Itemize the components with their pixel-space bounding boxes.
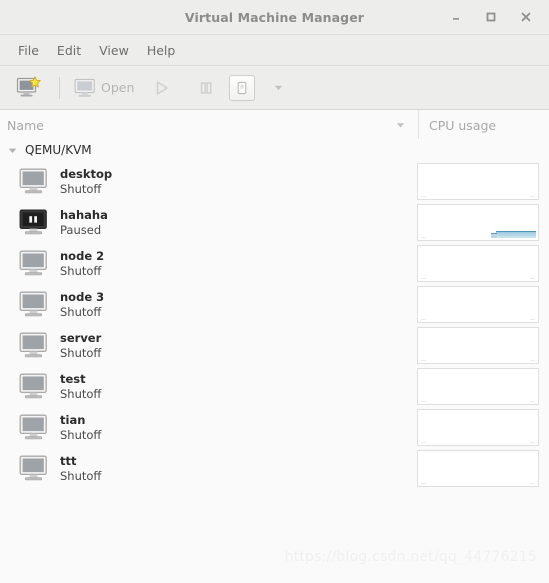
- title-bar: Virtual Machine Manager: [0, 0, 549, 35]
- close-button[interactable]: [517, 8, 535, 26]
- window-controls: [447, 0, 543, 34]
- play-triangle-icon: [157, 80, 169, 95]
- vm-list-item-node-2[interactable]: node 2 Shutoff: [0, 243, 549, 284]
- vm-rows-container: desktop Shutoff hahaha Paused node 2 Shu…: [0, 161, 549, 489]
- column-header-cpu-label: CPU usage: [429, 118, 497, 133]
- monitor-icon: [19, 414, 50, 442]
- graph-tick-left: [421, 319, 426, 320]
- graph-tick-right: [530, 196, 535, 197]
- vm-cpu-usage-graph: [417, 450, 539, 487]
- vm-cpu-usage-graph: [417, 286, 539, 323]
- vm-name: node 2: [60, 249, 105, 264]
- connection-label: QEMU/KVM: [25, 143, 92, 157]
- vm-name: tian: [60, 413, 86, 428]
- column-header-name[interactable]: Name: [0, 110, 419, 141]
- vm-state: Shutoff: [60, 468, 102, 483]
- vm-list-item-node-3[interactable]: node 3 Shutoff: [0, 284, 549, 325]
- vm-name: test: [60, 372, 86, 387]
- new-vm-monitor-star-icon: [16, 75, 41, 96]
- vm-state: Paused: [60, 222, 102, 237]
- menu-item-view[interactable]: View: [90, 40, 138, 61]
- open-button[interactable]: Open: [69, 72, 139, 104]
- vm-state: Shutoff: [60, 263, 102, 278]
- vm-name: node 3: [60, 290, 105, 305]
- maximize-button[interactable]: [482, 8, 500, 26]
- shutdown-button[interactable]: [229, 74, 256, 101]
- graph-tick-right: [530, 401, 535, 402]
- triangle-down-icon[interactable]: [7, 141, 18, 160]
- vm-list-item-server[interactable]: server Shutoff: [0, 325, 549, 366]
- graph-tick-right: [530, 442, 535, 443]
- column-header-cpu-usage[interactable]: CPU usage: [419, 110, 549, 141]
- maximize-icon: [486, 12, 496, 22]
- vm-cpu-usage-graph: [417, 409, 539, 446]
- vm-cpu-usage-graph: [417, 245, 539, 282]
- vm-name: server: [60, 331, 102, 346]
- vm-cpu-usage-graph: [417, 327, 539, 364]
- watermark-text: https://blog.csdn.net/qq_44776215: [284, 549, 537, 565]
- monitor-icon: [19, 373, 50, 401]
- toolbar: Open: [0, 66, 549, 110]
- graph-tick-right: [530, 360, 535, 361]
- pause-button[interactable]: [185, 72, 227, 104]
- vm-list-item-ttt[interactable]: ttt Shutoff: [0, 448, 549, 489]
- menu-item-help[interactable]: Help: [138, 40, 185, 61]
- graph-tick-left: [421, 196, 426, 197]
- vm-list-item-tian[interactable]: tian Shutoff: [0, 407, 549, 448]
- vm-state: Shutoff: [60, 427, 102, 442]
- graph-tick-left: [421, 237, 426, 238]
- vm-cpu-usage-graph: [417, 204, 539, 241]
- menu-bar: File Edit View Help: [0, 35, 549, 66]
- graph-tick-right: [530, 278, 535, 279]
- graph-tick-left: [421, 401, 426, 402]
- monitor-icon: [19, 291, 50, 319]
- column-header-name-label: Name: [7, 118, 44, 133]
- run-button[interactable]: [141, 72, 183, 104]
- toolbar-separator: [59, 76, 60, 99]
- minimize-button[interactable]: [447, 8, 465, 26]
- vm-list-item-desktop[interactable]: desktop Shutoff: [0, 161, 549, 202]
- monitor-icon: [74, 78, 95, 97]
- menu-item-edit[interactable]: Edit: [48, 40, 90, 61]
- vm-state: Shutoff: [60, 304, 102, 319]
- shutdown-options-button[interactable]: [257, 72, 299, 104]
- open-button-label: Open: [101, 80, 135, 95]
- monitor-paused-icon: [19, 209, 50, 237]
- vm-list-item-hahaha[interactable]: hahaha Paused: [0, 202, 549, 243]
- sort-descending-arrow-icon: [394, 116, 407, 135]
- menu-item-file[interactable]: File: [9, 40, 48, 61]
- monitor-icon: [19, 168, 50, 196]
- close-icon: [521, 12, 531, 22]
- pause-bars-icon: [201, 81, 212, 94]
- vm-cpu-usage-graph: [417, 368, 539, 405]
- graph-tick-left: [421, 360, 426, 361]
- vm-list: QEMU/KVM desktop Shutoff hahaha Paused n…: [0, 139, 549, 583]
- cpu-usage-sparkline: [491, 231, 536, 238]
- monitor-icon: [19, 455, 50, 483]
- power-switch-icon: [238, 81, 247, 94]
- vm-cpu-usage-graph: [417, 163, 539, 200]
- vm-state: Shutoff: [60, 181, 102, 196]
- monitor-icon: [19, 332, 50, 360]
- new-vm-button[interactable]: [8, 72, 50, 104]
- graph-tick-left: [421, 442, 426, 443]
- vm-name: desktop: [60, 167, 113, 182]
- vm-state: Shutoff: [60, 386, 102, 401]
- vm-name: hahaha: [60, 208, 108, 223]
- column-header-row: Name CPU usage: [0, 110, 549, 142]
- vm-state: Shutoff: [60, 345, 102, 360]
- connection-row-qemu-kvm[interactable]: QEMU/KVM: [0, 139, 549, 161]
- graph-tick-left: [421, 483, 426, 484]
- vm-name: ttt: [60, 454, 77, 469]
- graph-tick-right: [530, 319, 535, 320]
- chevron-down-icon: [274, 85, 283, 90]
- monitor-icon: [19, 250, 50, 278]
- minimize-icon: [453, 18, 459, 20]
- graph-tick-right: [530, 483, 535, 484]
- vm-list-item-test[interactable]: test Shutoff: [0, 366, 549, 407]
- graph-tick-left: [421, 278, 426, 279]
